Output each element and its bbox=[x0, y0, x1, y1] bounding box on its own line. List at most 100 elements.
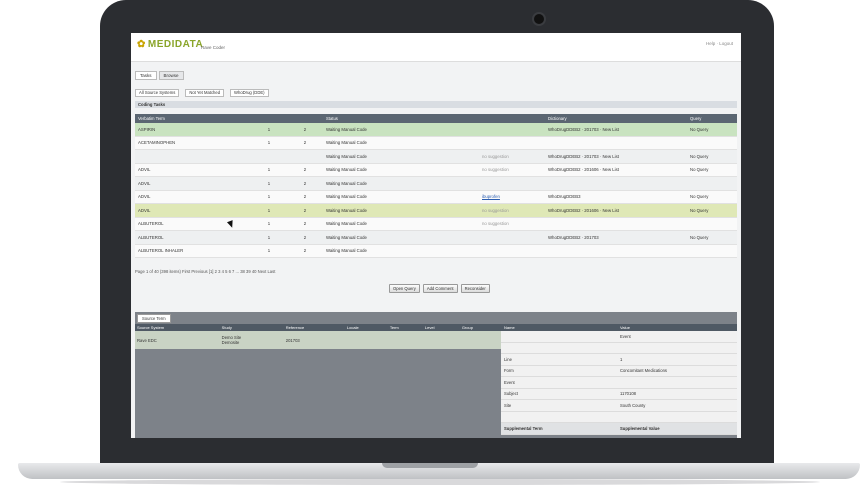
locale-cell bbox=[344, 331, 388, 349]
term-cell: ADVIL bbox=[135, 176, 251, 191]
suggestion-cell: no suggestion bbox=[479, 163, 545, 177]
status-cell: Waiting Manual Code bbox=[323, 230, 479, 245]
column-header[interactable] bbox=[287, 114, 323, 123]
spacer-cell bbox=[661, 244, 687, 258]
property-name: Supplemental Term bbox=[501, 422, 617, 435]
tab-tasks[interactable]: Tasks bbox=[135, 71, 157, 80]
count-cell: 1 bbox=[251, 176, 287, 191]
property-name bbox=[501, 342, 617, 354]
column-header[interactable]: Verbatim Term bbox=[135, 114, 251, 123]
term-cell: ALBUTEROL bbox=[135, 230, 251, 245]
table-row[interactable]: ACETAMINOPHEN 1 2 Waiting Manual Code bbox=[135, 136, 737, 150]
status-cell: Waiting Manual Code bbox=[323, 217, 479, 231]
reference-cell: 201703 bbox=[283, 331, 345, 349]
suggestion-cell[interactable]: ibuprofen bbox=[479, 190, 545, 204]
suggestion-cell: no suggestion bbox=[479, 203, 545, 218]
app-screen: ✿ MEDIDATA Rave Coder Help · Logout Tasks… bbox=[131, 33, 741, 438]
table-row[interactable]: ALBUTEROL 1 2 Waiting Manual Code no suggest… bbox=[135, 217, 737, 231]
count-cell bbox=[251, 149, 287, 164]
level-cell bbox=[422, 331, 460, 349]
query-cell: No Query bbox=[687, 123, 737, 137]
table-row[interactable]: ADVIL 1 2 Waiting Manual Code ibuprofen WhoDr… bbox=[135, 190, 737, 204]
column-header[interactable] bbox=[251, 114, 287, 123]
query-cell: No Query bbox=[687, 149, 737, 164]
status-cell: Waiting Manual Code bbox=[323, 203, 479, 218]
dictionary-select[interactable]: WhoDrug (DDE) bbox=[230, 89, 269, 97]
property-row: Subject 1170108 bbox=[501, 388, 737, 400]
query-cell bbox=[687, 217, 737, 231]
property-value bbox=[617, 342, 737, 354]
task-tabs: Tasks Browse bbox=[135, 71, 184, 80]
property-value: Event bbox=[617, 331, 737, 343]
table-row[interactable]: Waiting Manual Code no suggestion WhoDrugD… bbox=[135, 149, 737, 164]
dictionary-cell: WhoDrugDDEB2 · 201703 bbox=[545, 230, 661, 245]
table-row[interactable]: ADVIL 1 2 Waiting Manual Code no suggestion W… bbox=[135, 163, 737, 177]
table-row[interactable]: ALBUTEROL 1 2 Waiting Manual Code WhoDrugDDE… bbox=[135, 230, 737, 245]
panel-title: Coding Tasks bbox=[135, 101, 737, 108]
app-logo[interactable]: ✿ MEDIDATA bbox=[137, 39, 203, 50]
logo-icon: ✿ bbox=[137, 39, 146, 50]
property-row bbox=[501, 342, 737, 354]
status-cell: Waiting Manual Code bbox=[323, 149, 479, 164]
group-cell bbox=[459, 331, 501, 349]
dictionary-cell: WhoDrugDDEB2 · 201703 · New List bbox=[545, 123, 661, 137]
table-row[interactable]: ASPIRIN 1 2 Waiting Manual Code WhoDrugDDEB2… bbox=[135, 123, 737, 137]
count-cell: 2 bbox=[287, 244, 323, 258]
property-row: Event bbox=[501, 376, 737, 389]
status-cell: Waiting Manual Code bbox=[323, 123, 479, 137]
spacer-cell bbox=[661, 190, 687, 204]
column-header: Study bbox=[219, 324, 284, 331]
term-cell bbox=[135, 149, 251, 164]
user-links[interactable]: Help · Logout bbox=[706, 41, 733, 46]
source-system-select[interactable]: All Source Systems bbox=[135, 89, 180, 97]
pager[interactable]: Page 1 of 40 (398 items) First Previous … bbox=[135, 269, 275, 274]
column-header: Source System bbox=[135, 324, 220, 331]
table-row[interactable]: Rave EDC Demo Site Demosite 201703 bbox=[135, 331, 501, 349]
property-value: South County bbox=[617, 399, 737, 412]
column-header: Group bbox=[459, 324, 501, 331]
property-value bbox=[617, 411, 737, 423]
status-cell: Waiting Manual Code bbox=[323, 163, 479, 177]
term-cell: ASPIRIN bbox=[135, 123, 251, 137]
suggestion-cell bbox=[479, 176, 545, 191]
property-name: Line bbox=[501, 353, 617, 366]
column-header[interactable]: Dictionary bbox=[545, 114, 661, 123]
column-header[interactable]: Status bbox=[323, 114, 479, 123]
status-select[interactable]: Not Yet Matched bbox=[185, 89, 225, 97]
tab-browse[interactable]: Browse bbox=[158, 71, 184, 80]
suggestion-cell: no suggestion bbox=[479, 217, 545, 231]
property-row: Form Concomitant Medications bbox=[501, 365, 737, 377]
count-cell: 2 bbox=[287, 190, 323, 204]
property-value: Supplemental Value bbox=[617, 422, 737, 435]
suggestion-cell bbox=[479, 136, 545, 150]
table-row[interactable]: ALBUTEROL INHALER 1 2 Waiting Manual Code bbox=[135, 244, 737, 258]
grid-header: Verbatim Term Status Dictionary Query bbox=[135, 114, 737, 123]
table-row[interactable]: ADVIL 1 2 Waiting Manual Code bbox=[135, 176, 737, 191]
property-value bbox=[617, 376, 737, 389]
column-header: Locale bbox=[344, 324, 388, 331]
status-cell: Waiting Manual Code bbox=[323, 176, 479, 191]
count-cell: 1 bbox=[251, 203, 287, 218]
property-name: Subject bbox=[501, 388, 617, 400]
table-row[interactable]: ADVIL 1 2 Waiting Manual Code no suggestion W… bbox=[135, 203, 737, 218]
app-menu[interactable]: Rave Coder bbox=[201, 45, 225, 50]
count-cell: 1 bbox=[251, 163, 287, 177]
count-cell: 1 bbox=[251, 217, 287, 231]
count-cell: 2 bbox=[287, 217, 323, 231]
property-row bbox=[501, 411, 737, 423]
add-comment-button[interactable]: Add Comment bbox=[422, 284, 458, 293]
column-header[interactable]: Query bbox=[687, 114, 737, 123]
tab-source-term[interactable]: Source Term bbox=[137, 314, 171, 323]
column-header[interactable] bbox=[661, 114, 687, 123]
spacer-cell bbox=[661, 217, 687, 231]
term-cell bbox=[387, 331, 423, 349]
property-value: 1170108 bbox=[617, 388, 737, 400]
query-cell: No Query bbox=[687, 203, 737, 218]
column-header[interactable] bbox=[479, 114, 545, 123]
reconsider-button[interactable]: Reconsider bbox=[460, 284, 490, 293]
query-cell: No Query bbox=[687, 230, 737, 245]
open-query-button[interactable]: Open Query bbox=[389, 284, 420, 293]
spacer-cell bbox=[661, 203, 687, 218]
dictionary-cell: WhoDrugDDEB2 · 201606 · New List bbox=[545, 163, 661, 177]
dictionary-cell: WhoDrugDDEB2 · 201703 · New List bbox=[545, 149, 661, 164]
